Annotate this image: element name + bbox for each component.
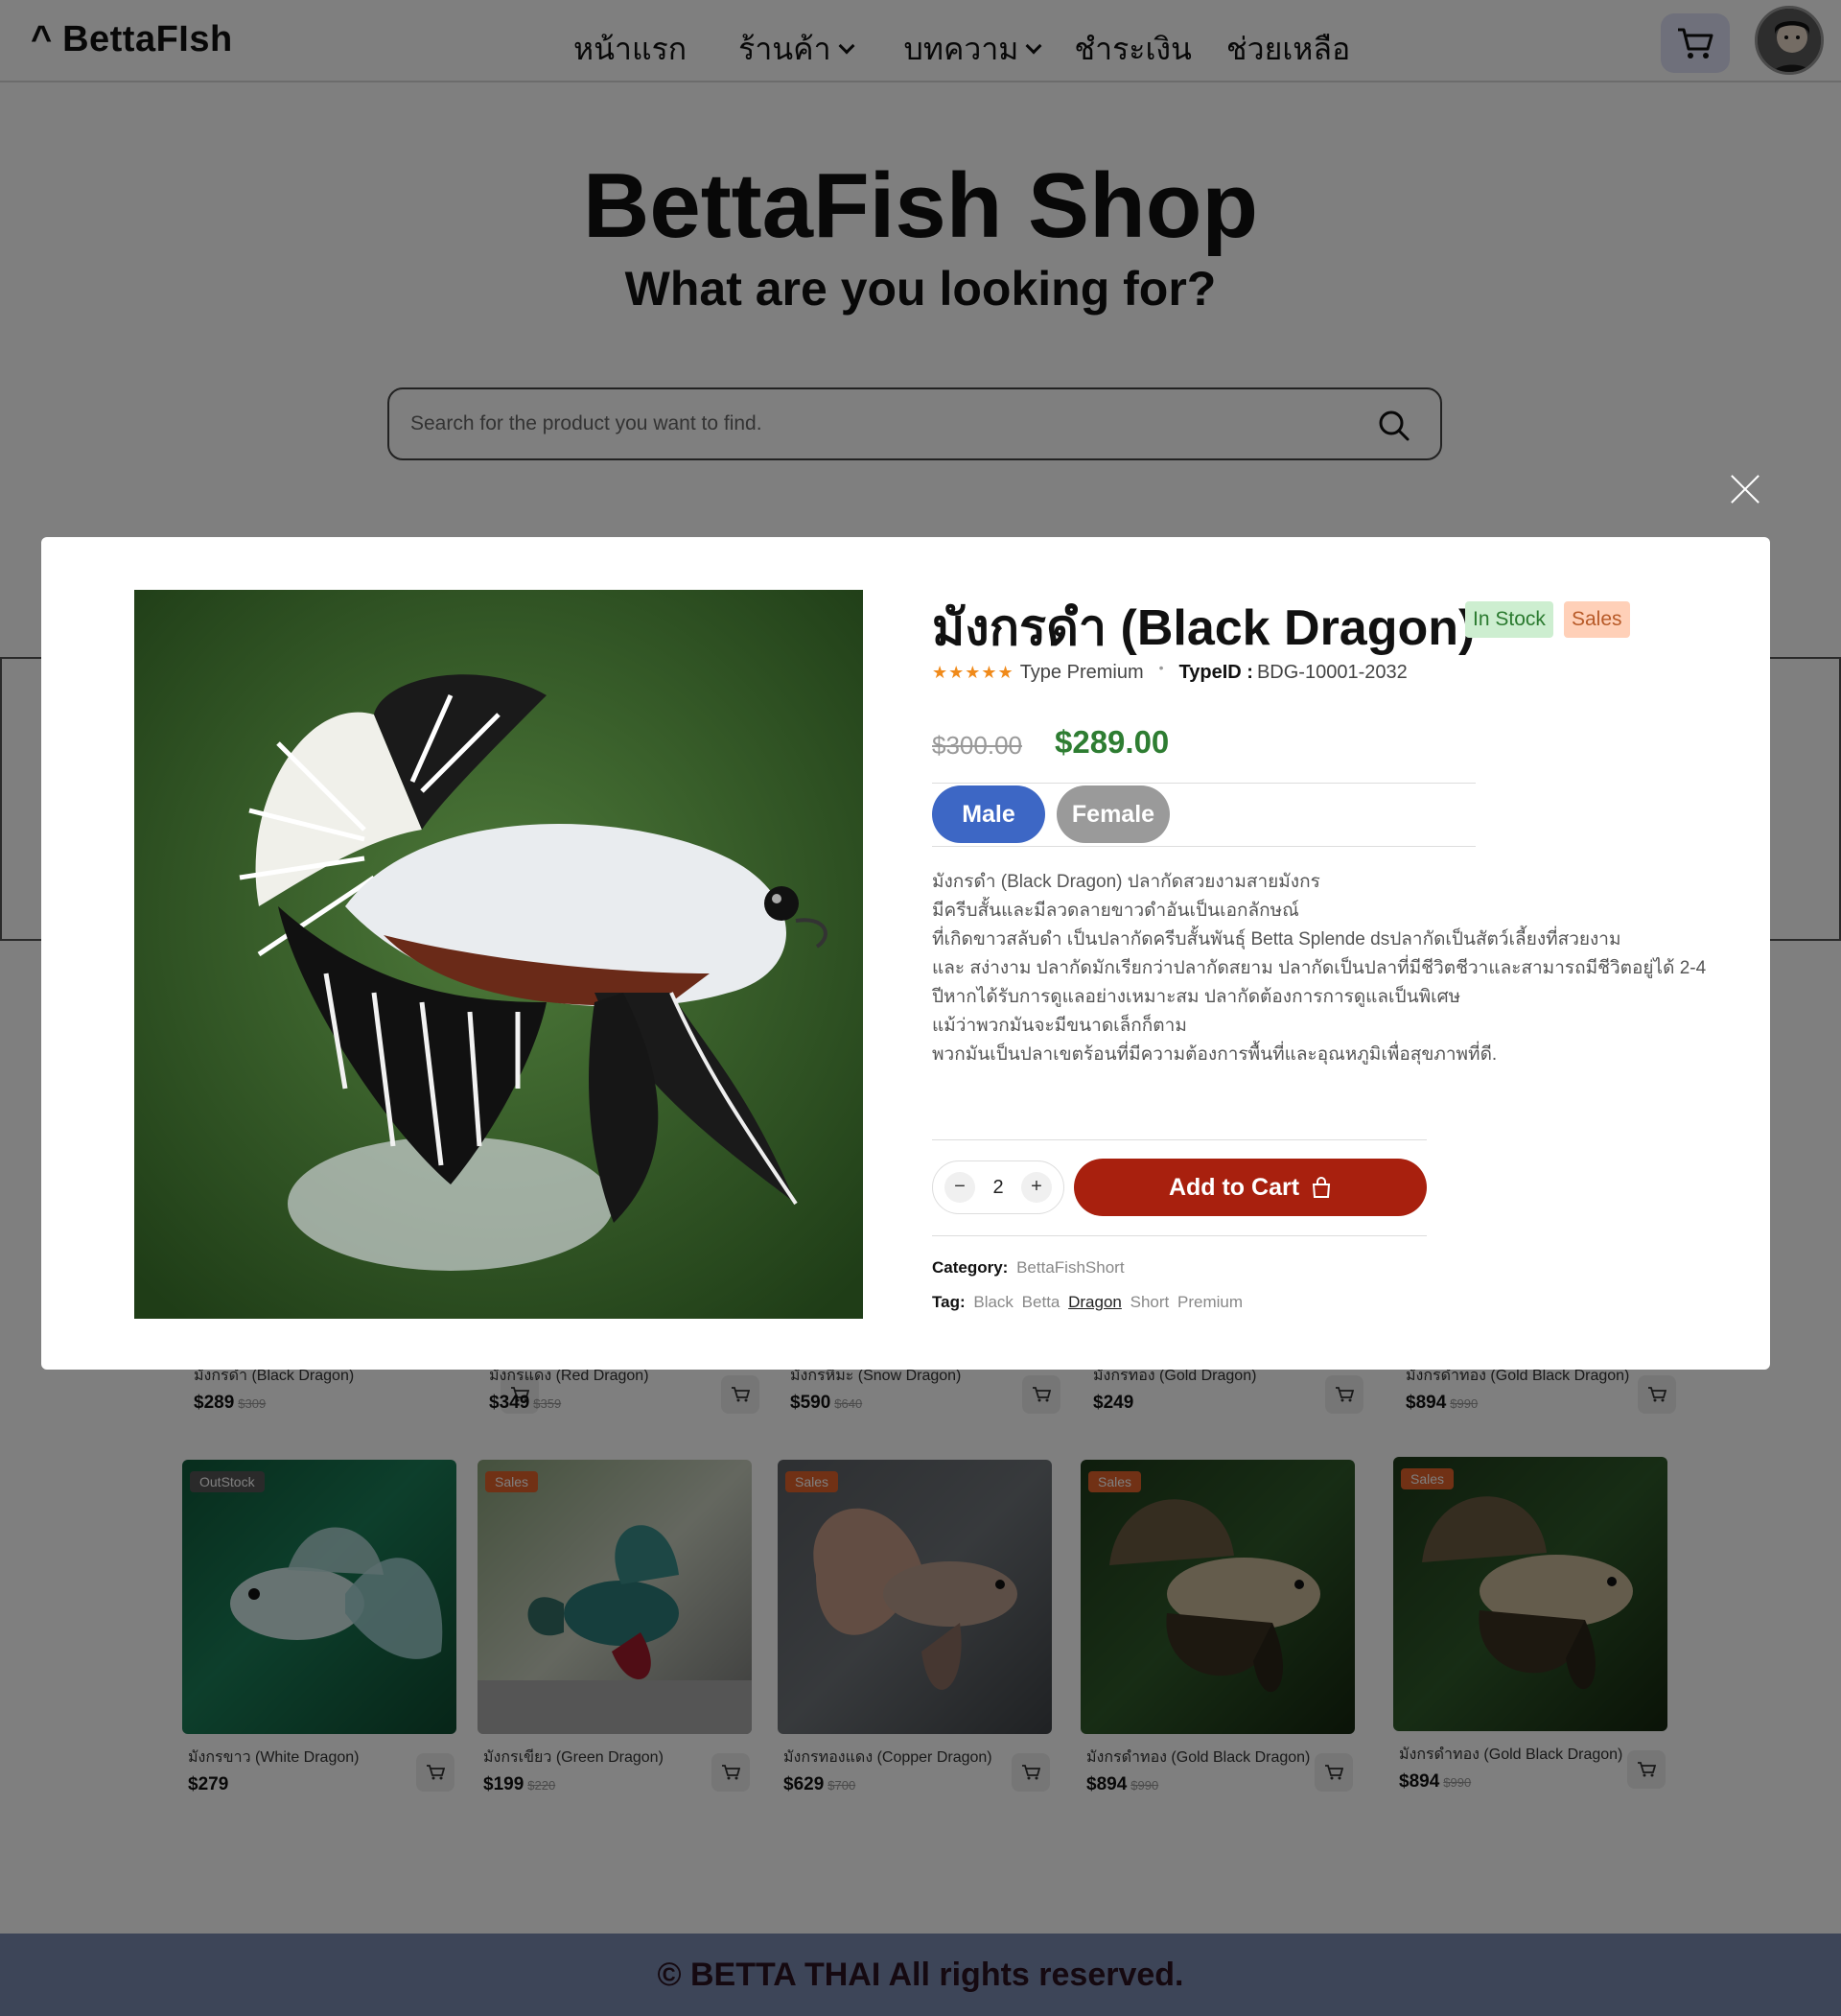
tag-link[interactable]: Short — [1130, 1293, 1170, 1311]
description-line: แม้ว่าพวกมันจะมีขนาดเล็กก็ตาม — [932, 1016, 1187, 1036]
tag-link[interactable]: Premium — [1177, 1293, 1243, 1311]
description-line: และ สง่างาม ปลากัดมักเรียกว่าปลากัดสยาม … — [932, 958, 1707, 978]
product-meta: ★★★★★ Type Premium • TypeID : BDG-10001-… — [932, 659, 1408, 684]
close-icon[interactable] — [1730, 474, 1760, 504]
typeid-value: BDG-10001-2032 — [1256, 662, 1408, 683]
divider — [932, 1139, 1427, 1140]
description-line: ที่เกิดขาวสลับดำ เป็นปลากัดครีบสั้นพันธุ… — [932, 929, 1621, 949]
divider — [932, 846, 1476, 847]
product-quickview-modal: มังกรดำ (Black Dragon) In Stock Sales ★★… — [41, 537, 1770, 1370]
qty-increase-button[interactable]: + — [1021, 1172, 1052, 1203]
add-to-cart-label: Add to Cart — [1168, 1173, 1300, 1201]
qty-value[interactable]: 2 — [992, 1177, 1003, 1199]
qty-decrease-button[interactable]: − — [944, 1172, 975, 1203]
gender-female-button[interactable]: Female — [1057, 785, 1170, 843]
separator-dot-icon: • — [1158, 659, 1164, 675]
description-line: มังกรดำ (Black Dragon) ปลากัดสวยงามสายมั… — [932, 872, 1320, 892]
in-stock-badge: In Stock — [1465, 601, 1553, 638]
divider — [932, 783, 1476, 784]
tag-row: Tag: Black Betta Dragon Short Premium — [932, 1293, 1247, 1312]
tag-label: Tag: — [932, 1293, 966, 1311]
quantity-stepper: − 2 + — [932, 1160, 1064, 1214]
tag-link[interactable]: Black — [973, 1293, 1014, 1311]
shopping-bag-icon — [1312, 1177, 1331, 1198]
description-line: ปีหากได้รับการดูแลอย่างเหมาะสม ปลากัดต้อ… — [932, 987, 1461, 1007]
divider — [932, 1235, 1427, 1236]
description-line: พวกมันเป็นปลาเขตร้อนที่มีความต้องการพื้น… — [932, 1044, 1498, 1065]
current-price: $289.00 — [1055, 724, 1170, 760]
category-value[interactable]: BettaFishShort — [1016, 1258, 1124, 1277]
description-line: มีครีบสั้นและมีลวดลายขาวดำอันเป็นเอกลักษ… — [932, 901, 1299, 921]
category-row: Category: BettaFishShort — [932, 1258, 1125, 1278]
product-main-image — [134, 590, 863, 1319]
tag-link[interactable]: Dragon — [1068, 1293, 1122, 1311]
typeid-label: TypeID : — [1178, 662, 1253, 683]
product-title: มังกรดำ (Black Dragon) — [932, 600, 1476, 656]
product-type: Type Premium — [1019, 662, 1144, 683]
old-price: $300.00 — [932, 731, 1022, 760]
gender-male-button[interactable]: Male — [932, 785, 1045, 843]
sales-badge: Sales — [1564, 601, 1630, 638]
rating-stars-icon: ★★★★★ — [932, 663, 1014, 682]
category-label: Category: — [932, 1258, 1009, 1277]
add-to-cart-button[interactable]: Add to Cart — [1074, 1159, 1427, 1216]
product-description: มังกรดำ (Black Dragon) ปลากัดสวยงามสายมั… — [932, 868, 1718, 1069]
tag-link[interactable]: Betta — [1022, 1293, 1060, 1311]
